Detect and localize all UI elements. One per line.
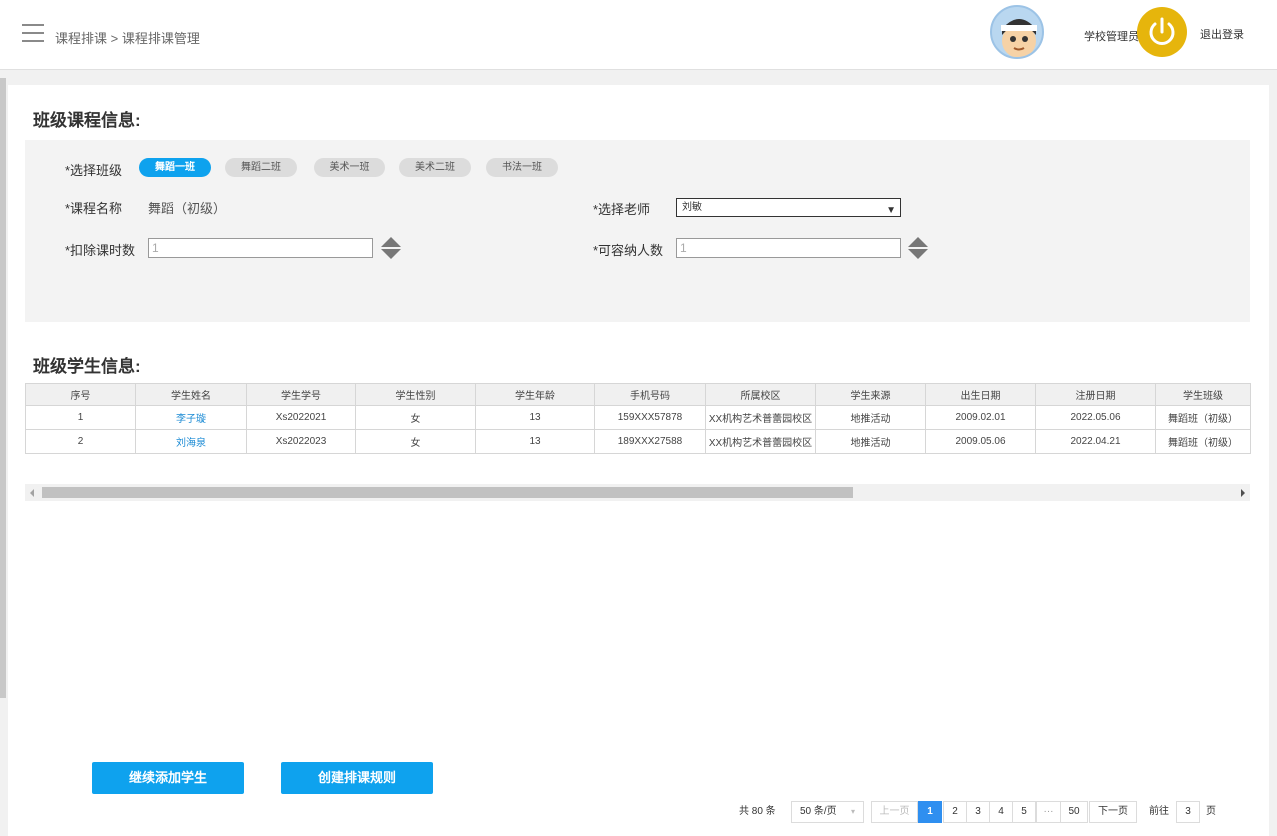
table-header-row: 序号 学生姓名 学生学号 学生性别 学生年龄 手机号码 所属校区 学生来源 出生…: [25, 383, 1251, 406]
total-count: 共 80 条: [739, 806, 776, 817]
page-size-select[interactable]: 50 条/页 ▾: [791, 801, 864, 823]
table-cell: 2022.05.06: [1035, 405, 1156, 430]
prev-page-button[interactable]: 上一页: [871, 801, 918, 823]
column-header[interactable]: 手机号码: [594, 383, 706, 406]
top-bar: 课程排课 > 课程排课管理 学校管理员 退出登录: [0, 0, 1277, 70]
table-cell: 地推活动: [815, 405, 926, 430]
create-rule-button[interactable]: 创建排课规则: [281, 762, 433, 794]
student-name-link[interactable]: 李子璇: [135, 405, 247, 430]
column-header[interactable]: 学生班级: [1155, 383, 1251, 406]
table-cell: 2009.05.06: [925, 429, 1036, 454]
class-pill-5[interactable]: 书法一班: [486, 158, 558, 177]
column-header[interactable]: 序号: [25, 383, 136, 406]
user-name: 学校管理员: [1084, 31, 1139, 43]
column-header[interactable]: 学生姓名: [135, 383, 247, 406]
decrement-icon[interactable]: [381, 249, 401, 259]
column-header[interactable]: 学生来源: [815, 383, 926, 406]
chevron-down-icon: ▼: [886, 205, 896, 216]
page-ellipsis[interactable]: ···: [1036, 801, 1061, 823]
deduct-hours-input[interactable]: 1: [148, 238, 373, 258]
teacher-label: *选择老师: [593, 202, 651, 217]
logout-link[interactable]: 退出登录: [1200, 26, 1244, 42]
teacher-select[interactable]: 刘敏 ▼: [676, 198, 901, 217]
course-name-label: *课程名称: [65, 201, 123, 216]
page-button-4[interactable]: 4: [989, 801, 1013, 823]
page-button-50[interactable]: 50: [1060, 801, 1088, 823]
table-cell: 地推活动: [815, 429, 926, 454]
increment-icon[interactable]: [381, 237, 401, 247]
class-label: *选择班级: [65, 163, 123, 178]
student-name-link[interactable]: 刘海泉: [135, 429, 247, 454]
page-button-5[interactable]: 5: [1012, 801, 1036, 823]
table-cell: 159XXX57878: [594, 405, 706, 430]
capacity-stepper[interactable]: [908, 237, 928, 259]
table-cell: 舞蹈班（初级）: [1155, 405, 1251, 430]
power-icon: [1149, 17, 1175, 45]
table-cell: 女: [355, 405, 476, 430]
column-header[interactable]: 注册日期: [1035, 383, 1156, 406]
column-header[interactable]: 出生日期: [925, 383, 1036, 406]
column-header[interactable]: 所属校区: [705, 383, 816, 406]
scroll-right-icon[interactable]: [1241, 489, 1245, 497]
class-pill-4[interactable]: 美术二班: [399, 158, 471, 177]
table-cell: Xs2022021: [246, 405, 356, 430]
table-cell: 13: [475, 429, 595, 454]
table-cell: 2009.02.01: [925, 405, 1036, 430]
scroll-left-icon[interactable]: [30, 489, 34, 497]
page-unit-label: 页: [1206, 806, 1216, 817]
table-cell: 2022.04.21: [1035, 429, 1156, 454]
increment-icon[interactable]: [908, 237, 928, 247]
capacity-label: *可容纳人数: [593, 243, 664, 258]
deduct-hours-label: *扣除课时数: [65, 243, 136, 258]
page-button-3[interactable]: 3: [966, 801, 990, 823]
student-section-title: 班级学生信息:: [33, 357, 141, 376]
goto-label: 前往: [1149, 806, 1169, 817]
left-scrollbar[interactable]: [0, 78, 6, 698]
course-name-value: 舞蹈（初级）: [148, 201, 227, 216]
table-cell: XX机构艺术普蕾园校区: [705, 429, 816, 454]
chevron-down-icon: ▾: [850, 807, 855, 816]
column-header[interactable]: 学生年龄: [475, 383, 595, 406]
page-size-value: 50 条/页: [800, 806, 837, 817]
power-button[interactable]: [1137, 7, 1187, 57]
student-table: 序号 学生姓名 学生学号 学生性别 学生年龄 手机号码 所属校区 学生来源 出生…: [25, 383, 1251, 454]
goto-page-input[interactable]: 3: [1176, 801, 1200, 823]
class-pill-3[interactable]: 美术一班: [314, 158, 385, 177]
menu-icon[interactable]: [22, 24, 44, 42]
page-button-2[interactable]: 2: [943, 801, 967, 823]
table-row[interactable]: 1 李子璇 Xs2022021 女 13 159XXX57878 XX机构艺术普…: [25, 405, 1251, 430]
table-cell: 189XXX27588: [594, 429, 706, 454]
capacity-input[interactable]: 1: [676, 238, 901, 258]
avatar[interactable]: [990, 5, 1044, 59]
table-cell: XX机构艺术普蕾园校区: [705, 405, 816, 430]
breadcrumb: 课程排课 > 课程排课管理: [55, 31, 200, 46]
column-header[interactable]: 学生学号: [246, 383, 356, 406]
table-cell: 女: [355, 429, 476, 454]
table-cell: Xs2022023: [246, 429, 356, 454]
horizontal-scrollbar[interactable]: [25, 484, 1250, 501]
table-cell: 1: [25, 405, 136, 430]
course-section-title: 班级课程信息:: [33, 111, 141, 130]
teacher-select-value: 刘敏: [682, 202, 702, 213]
table-cell: 2: [25, 429, 136, 454]
table-cell: 13: [475, 405, 595, 430]
decrement-icon[interactable]: [908, 249, 928, 259]
page-button-1[interactable]: 1: [918, 801, 942, 823]
avatar-face-icon: [1001, 19, 1037, 57]
class-pill-2[interactable]: 舞蹈二班: [225, 158, 297, 177]
column-header[interactable]: 学生性别: [355, 383, 476, 406]
next-page-button[interactable]: 下一页: [1089, 801, 1137, 823]
scrollbar-thumb[interactable]: [42, 487, 853, 498]
deduct-hours-stepper[interactable]: [381, 237, 401, 259]
add-student-button[interactable]: 继续添加学生: [92, 762, 244, 794]
table-cell: 舞蹈班（初级）: [1155, 429, 1251, 454]
class-pill-1[interactable]: 舞蹈一班: [139, 158, 211, 177]
table-row[interactable]: 2 刘海泉 Xs2022023 女 13 189XXX27588 XX机构艺术普…: [25, 429, 1251, 454]
